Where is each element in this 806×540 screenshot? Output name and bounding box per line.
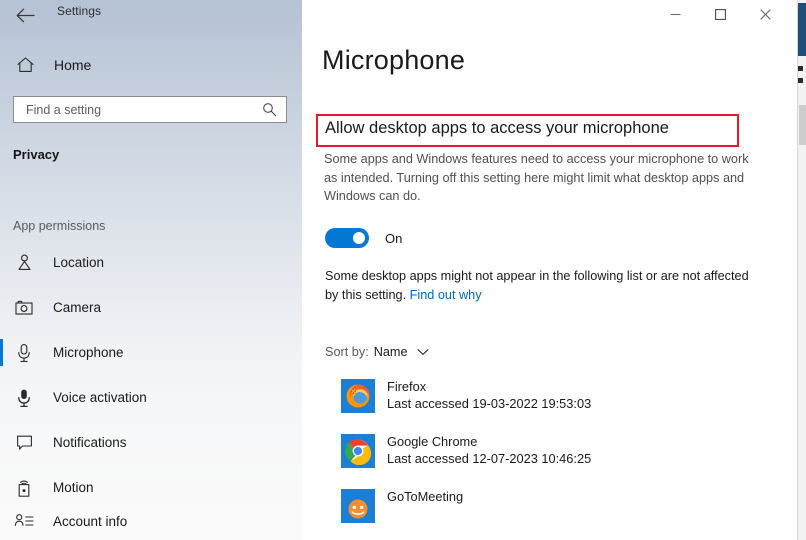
sidebar-item-account-info[interactable]: Account info — [0, 510, 302, 532]
note-text: Some desktop apps might not appear in th… — [325, 269, 749, 302]
selection-indicator — [0, 384, 3, 411]
allow-desktop-apps-toggle[interactable] — [325, 228, 369, 248]
app-name: Google Chrome — [387, 434, 478, 449]
window-title: Settings — [57, 4, 102, 18]
background-window-titlebar — [798, 3, 806, 56]
home-icon — [14, 54, 36, 76]
settings-window: Settings Home Privacy App permissions — [0, 0, 806, 540]
background-window-sliver — [797, 0, 806, 540]
gotomeeting-icon — [341, 489, 375, 523]
sidebar-item-label: Camera — [53, 300, 102, 315]
account-info-icon — [13, 510, 35, 532]
close-icon[interactable] — [743, 0, 788, 29]
sidebar-section-title: Privacy — [13, 147, 60, 162]
sidebar-item-motion[interactable]: Motion — [0, 465, 302, 510]
sidebar-item-label: Notifications — [53, 435, 127, 450]
app-last-accessed: Last accessed 19-03-2022 19:53:03 — [387, 396, 592, 411]
chrome-icon — [341, 434, 375, 468]
background-window-mark — [798, 66, 803, 71]
background-window-mark — [798, 78, 803, 83]
location-icon — [13, 252, 35, 274]
search-icon[interactable] — [262, 102, 277, 117]
allow-desktop-apps-toggle-row[interactable]: On — [325, 228, 402, 248]
setting-heading: Allow desktop apps to access your microp… — [325, 119, 669, 137]
voice-activation-icon — [13, 387, 35, 409]
sidebar-item-home[interactable]: Home — [0, 50, 302, 80]
motion-icon — [13, 477, 35, 499]
sidebar-item-label: Location — [53, 255, 105, 270]
sidebar-item-location[interactable]: Location — [0, 240, 302, 285]
list-item-text: Google Chrome Last accessed 12-07-2023 1… — [387, 433, 591, 468]
selection-indicator — [0, 294, 3, 321]
app-name: GoToMeeting — [387, 489, 464, 504]
minimize-icon[interactable] — [653, 0, 698, 29]
selection-indicator — [0, 474, 3, 501]
camera-icon — [13, 297, 35, 319]
selection-indicator — [0, 339, 3, 366]
app-name: Firefox — [387, 379, 427, 394]
sidebar-item-label: Motion — [53, 480, 94, 495]
app-permission-list: Firefox Last accessed 19-03-2022 19:53:0… — [302, 375, 797, 540]
chevron-down-icon[interactable] — [417, 348, 429, 356]
sort-by-value: Name — [373, 345, 408, 359]
toggle-state-label: On — [385, 230, 403, 246]
toggle-knob — [353, 232, 365, 244]
sidebar-group-label: App permissions — [13, 219, 106, 233]
search-box[interactable] — [13, 96, 287, 123]
sidebar-item-label: Microphone — [53, 345, 124, 360]
sidebar-item-voice-activation[interactable]: Voice activation — [0, 375, 302, 420]
window-controls — [653, 0, 788, 30]
settings-content-pane: Microphone Allow desktop apps to access … — [302, 0, 797, 540]
maximize-icon[interactable] — [698, 0, 743, 29]
list-item[interactable]: GoToMeeting — [302, 485, 797, 540]
back-arrow-icon[interactable] — [10, 2, 40, 28]
find-out-why-link[interactable]: Find out why — [410, 288, 482, 302]
firefox-icon — [341, 379, 375, 413]
desktop-apps-note: Some desktop apps might not appear in th… — [325, 267, 755, 305]
sidebar-item-microphone[interactable]: Microphone — [0, 330, 302, 375]
microphone-icon — [13, 342, 35, 364]
sidebar-item-label: Account info — [53, 513, 128, 529]
list-item-text: Firefox Last accessed 19-03-2022 19:53:0… — [387, 378, 591, 413]
setting-description: Some apps and Windows features need to a… — [324, 152, 749, 203]
selection-indicator — [0, 249, 3, 276]
app-last-accessed: Last accessed 12-07-2023 10:46:25 — [387, 451, 592, 466]
list-item[interactable]: Firefox Last accessed 19-03-2022 19:53:0… — [302, 375, 797, 430]
selection-indicator — [0, 429, 3, 456]
list-item-text: GoToMeeting — [387, 488, 463, 505]
sidebar-item-notifications[interactable]: Notifications — [0, 420, 302, 465]
sidebar-home-label: Home — [54, 57, 92, 73]
sidebar-nav-list: Location Camera Microphone Voice activat… — [0, 240, 302, 532]
notifications-icon — [13, 432, 35, 454]
background-window-scrollbar[interactable] — [799, 105, 806, 145]
list-item[interactable]: Google Chrome Last accessed 12-07-2023 1… — [302, 430, 797, 485]
sort-by-control[interactable]: Sort by: Name — [325, 345, 429, 359]
sort-by-label: Sort by: — [325, 345, 369, 359]
selection-indicator — [0, 519, 3, 532]
sidebar-item-camera[interactable]: Camera — [0, 285, 302, 330]
settings-sidebar: Settings Home Privacy App permissions — [0, 0, 302, 540]
page-title: Microphone — [322, 45, 466, 75]
search-input[interactable] — [24, 97, 248, 122]
sidebar-titlebar: Settings — [0, 0, 302, 30]
sidebar-item-label: Voice activation — [53, 390, 147, 405]
